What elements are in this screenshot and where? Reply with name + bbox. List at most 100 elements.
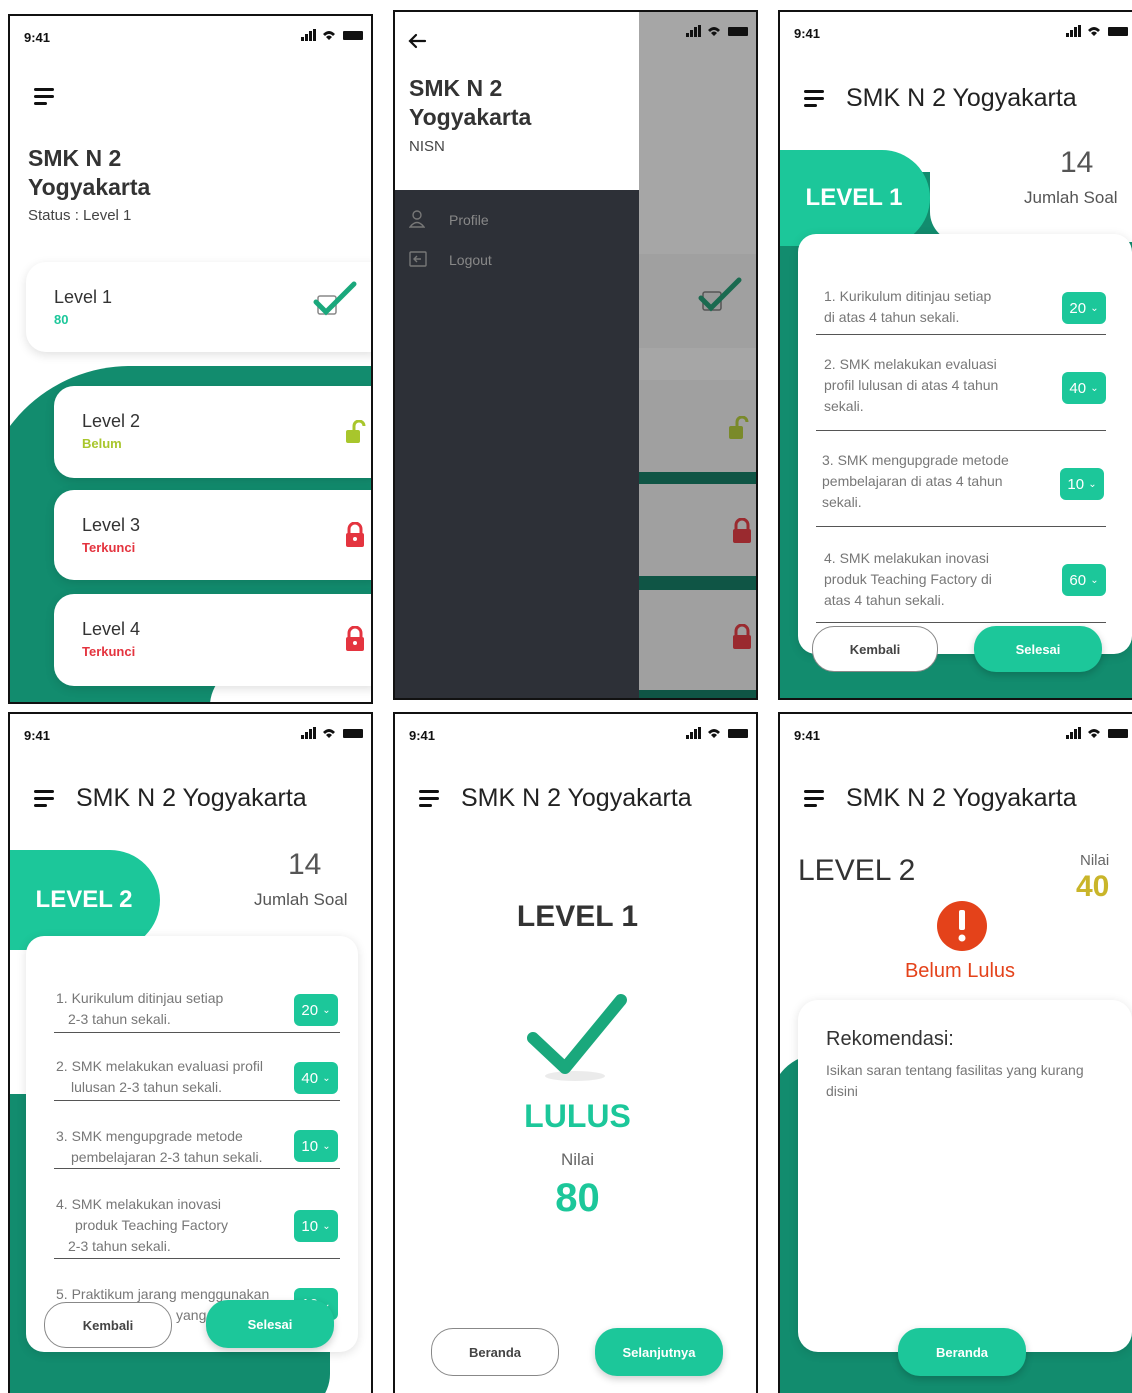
back-button[interactable]: Kembali [812, 626, 938, 672]
menu-item-label: Profile [449, 212, 489, 228]
score-select[interactable]: 10 ⌄ [1060, 468, 1104, 500]
score-value: 40 [301, 1069, 319, 1087]
status-icons [686, 25, 748, 37]
score-value: 60 [1069, 571, 1087, 589]
chevron-down-icon: ⌄ [1090, 574, 1099, 586]
question-text-line: pembelajaran 2-3 tahun sekali. [71, 1149, 263, 1165]
status-text: Status : Level 1 [28, 207, 132, 224]
question-text-line: 2. SMK melakukan evaluasi [824, 356, 997, 372]
home-button[interactable]: Beranda [431, 1328, 559, 1376]
question-text-line: atas 4 tahun sekali. [824, 592, 945, 608]
home-button[interactable]: Beranda [898, 1328, 1026, 1376]
header-title: SMK N 2 Yogyakarta [461, 784, 692, 812]
score-select[interactable]: 10 ⌄ [294, 1210, 338, 1242]
question-text-line: 4. SMK melakukan inovasi [824, 550, 989, 566]
question-text-line: 2-3 tahun sekali. [68, 1011, 171, 1027]
level-card-3[interactable]: Level 3 Terkunci [54, 490, 371, 580]
level-card-4[interactable]: Level 4 Terkunci [54, 594, 371, 686]
score-select[interactable]: 60 ⌄ [1062, 564, 1106, 596]
drawer-menu: Profile Logout [395, 190, 639, 698]
level-status: Belum [82, 436, 122, 451]
score-label: Nilai [1080, 852, 1110, 869]
level-status: Terkunci [82, 540, 136, 555]
question-text-line: produk Teaching Factory [75, 1217, 229, 1233]
question-text-line: profil lulusan di atas 4 tahun [824, 377, 999, 393]
header-title: SMK N 2 Yogyakarta [76, 784, 307, 812]
divider [816, 622, 1106, 623]
status-time: 9:41 [409, 728, 436, 743]
question-item: 1. Kurikulum ditinjau setiap di atas 4 ta… [824, 286, 991, 328]
status-icons [1066, 25, 1128, 37]
score-value: 10 [301, 1137, 319, 1155]
count-area-bg [930, 132, 1132, 242]
status-icons [686, 727, 748, 739]
status-time: 9:41 [24, 30, 51, 45]
question-text-line: produk Teaching Factory di [824, 571, 992, 587]
divider [54, 1258, 340, 1259]
divider [54, 1168, 340, 1169]
menu-icon[interactable] [419, 790, 441, 808]
chevron-down-icon: ⌄ [1090, 302, 1099, 314]
question-count-label: Jumlah Soal [1024, 188, 1118, 207]
question-item: 4. SMK melakukan inovasi produk Teaching … [56, 1194, 228, 1257]
recommendation-card: Rekomendasi: Isikan saran tentang fasili… [798, 1000, 1132, 1352]
question-text-line: 1. Kurikulum ditinjau setiap [56, 990, 224, 1006]
question-text-line: 2-3 tahun sekali. [68, 1238, 171, 1254]
question-text-line: 1. Kurikulum ditinjau setiap [824, 288, 992, 304]
score-value: 40 [1076, 870, 1110, 903]
level-label: Level 2 [82, 411, 141, 431]
finish-button[interactable]: Selesai [206, 1300, 334, 1348]
level-title: LEVEL 2 [798, 854, 916, 887]
status-time: 9:41 [794, 26, 821, 41]
menu-item-logout[interactable]: Logout [395, 244, 639, 276]
chevron-down-icon: ⌄ [1090, 382, 1099, 394]
header-title: SMK N 2 Yogyakarta [846, 84, 1077, 112]
score-select[interactable]: 10 ⌄ [294, 1130, 338, 1162]
status-icons [301, 29, 363, 41]
score-select[interactable]: 20 ⌄ [294, 994, 338, 1026]
header-title: SMK N 2 Yogyakarta [846, 784, 1077, 812]
question-text-line: 3. SMK mengupgrade metode [56, 1128, 243, 1144]
recommendation-input[interactable]: Isikan saran tentang fasilitas yang kura… [826, 1060, 1122, 1102]
level-card-1[interactable]: Level 1 80 [26, 262, 371, 352]
next-button[interactable]: Selanjutnya [595, 1328, 723, 1376]
score-select[interactable]: 40 ⌄ [1062, 372, 1106, 404]
menu-icon[interactable] [804, 790, 826, 808]
school-name: SMK N 2 Yogyakarta [28, 144, 150, 202]
chevron-down-icon: ⌄ [322, 1004, 331, 1016]
screen-drawer: SMK N 2 Yogyakarta NISN Profile Logout [393, 10, 758, 700]
question-text-line: pembelajaran di atas 4 tahun [822, 473, 1003, 489]
recommendation-text-line: Isikan saran tentang fasilitas yang kura… [826, 1062, 1084, 1078]
question-count: 14 [1060, 146, 1094, 179]
menu-item-profile[interactable]: Profile [395, 204, 639, 236]
question-count: 14 [288, 848, 322, 881]
divider [816, 526, 1106, 527]
finish-button[interactable]: Selesai [974, 626, 1102, 672]
question-panel: 1. Kurikulum ditinjau setiap 2-3 tahun se… [26, 936, 358, 1352]
recommendation-title: Rekomendasi: [826, 1028, 954, 1050]
result-text: Belum Lulus [904, 960, 1016, 982]
status-icons [301, 727, 363, 739]
menu-icon[interactable] [34, 88, 56, 106]
logout-icon [409, 251, 427, 267]
question-count-label: Jumlah Soal [254, 890, 348, 909]
check-icon [313, 281, 357, 316]
lock-icon [346, 522, 364, 547]
level-label: Level 4 [82, 619, 141, 639]
menu-item-label: Logout [449, 252, 492, 268]
drawer-header: SMK N 2 Yogyakarta NISN [395, 12, 639, 190]
drawer-school-name: SMK N 2 Yogyakarta [409, 74, 531, 132]
level-card-2[interactable]: Level 2 Belum [54, 386, 371, 478]
unlock-icon [346, 420, 366, 443]
back-button[interactable]: Kembali [44, 1302, 172, 1348]
score-select[interactable]: 40 ⌄ [294, 1062, 338, 1094]
score-value: 10 [301, 1217, 319, 1235]
school-name-line2: Yogyakarta [409, 104, 532, 130]
menu-icon[interactable] [804, 90, 826, 108]
score-value: 40 [1069, 379, 1087, 397]
level-status: Terkunci [82, 644, 136, 659]
menu-icon[interactable] [34, 790, 56, 808]
score-select[interactable]: 20 ⌄ [1062, 292, 1106, 324]
back-arrow-icon[interactable] [407, 32, 427, 50]
question-item: 2. SMK melakukan evaluasi profil lulusan … [824, 354, 998, 417]
